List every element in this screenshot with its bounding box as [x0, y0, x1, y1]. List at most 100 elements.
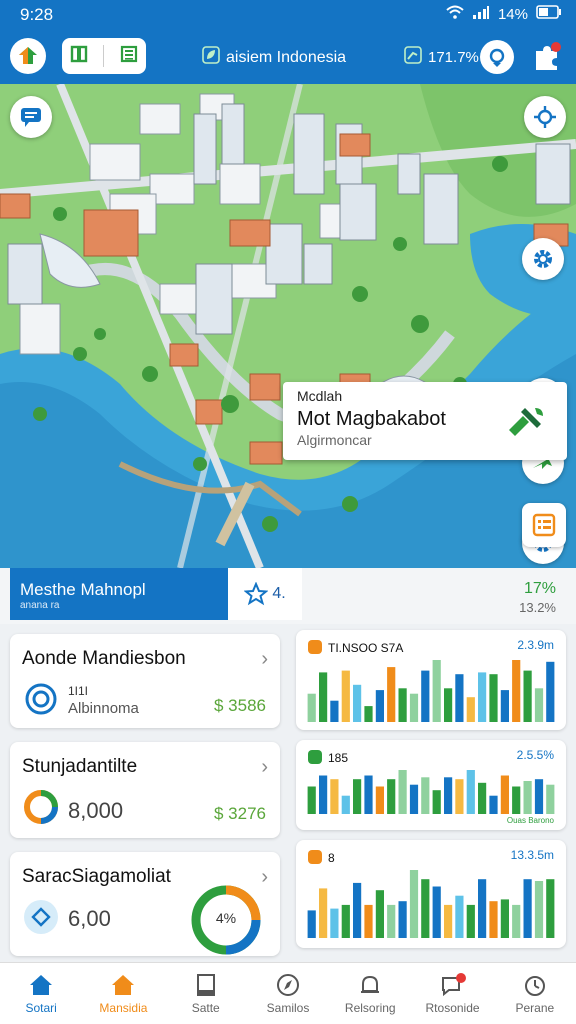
info-card-1[interactable]: Aonde Mandiesbon › 1I1I Albinnoma $ 3586 [10, 634, 280, 728]
bell-icon [361, 975, 380, 993]
chart-bar [432, 886, 441, 938]
nav-label: Relsoring [344, 1000, 396, 1015]
rating-chip[interactable]: 4. [228, 568, 302, 620]
notifications-button[interactable] [530, 40, 564, 74]
chart-bar [353, 779, 362, 814]
chart-bar [512, 904, 521, 938]
info-card-2[interactable]: Stunjadantilte › 8,000 $ 3276 [10, 742, 280, 838]
popup-title: Mot Magbakabot [297, 408, 446, 430]
chart-bar [364, 775, 373, 814]
location-pin-icon [22, 898, 60, 941]
leaf-icon [202, 46, 220, 69]
target-icon [24, 682, 58, 721]
chart-bar [489, 674, 498, 722]
task-list-button[interactable] [522, 503, 566, 547]
chart-bar [444, 904, 453, 938]
map-illustration [0, 84, 576, 568]
layout-icon[interactable] [70, 45, 88, 68]
chart-bar [330, 779, 339, 814]
popup-category: Mcdlah [297, 388, 343, 404]
nav-item-samilos[interactable]: Samilos [247, 963, 329, 1024]
chart-bar [500, 690, 509, 722]
summary-percent: 17% [523, 580, 556, 597]
chat-map-button[interactable] [10, 96, 52, 138]
chart-bar [444, 688, 453, 722]
nav-item-rtosonide[interactable]: Rtosonide [411, 963, 493, 1024]
card-value: 8,000 [68, 798, 124, 823]
location-popup[interactable]: Mcdlah Mot Magbakabot Algirmoncar [283, 382, 567, 460]
clock: 9:28 [20, 5, 54, 24]
card-amount: $ 3276 [214, 804, 266, 823]
donut-label: 4% [215, 910, 237, 926]
chart-bar [455, 674, 464, 722]
nav-label: Perane [515, 1000, 555, 1015]
city-map[interactable]: Mcdlah Mot Magbakabot Algirmoncar [0, 84, 576, 568]
nav-item-relsoring[interactable]: Relsoring [329, 963, 411, 1024]
chart-bar [478, 672, 487, 722]
chat-icon [441, 972, 466, 996]
chart-bar [409, 693, 419, 722]
chart-bar [489, 901, 498, 938]
chart-bar [534, 779, 544, 814]
chart-bar [421, 777, 430, 814]
signal-icon [472, 5, 490, 23]
chart-card-3[interactable]: 8 13.3.5m [296, 840, 566, 948]
nav-item-mansidia[interactable]: Mansidia [82, 963, 164, 1024]
nav-item-satte[interactable]: Satte [165, 963, 247, 1024]
top-app-bar: aisiem Indonesia 171.7% [0, 30, 576, 84]
chart-card-2[interactable]: 185 2.5.5% Ouas Barono [296, 740, 566, 830]
tools-icon[interactable] [505, 400, 547, 447]
chart-bar [375, 890, 384, 938]
chart-bar [409, 870, 419, 938]
chart-bar [398, 688, 407, 722]
chart-bar [409, 784, 419, 814]
battery-text: 14% [497, 5, 528, 23]
summary-sub-percent: 13.2% [519, 600, 556, 615]
summary-selected[interactable]: Mesthe Mahnopl anana ra [10, 568, 228, 620]
chart-bar [341, 795, 350, 814]
nav-item-sotari[interactable]: Sotari [0, 963, 82, 1024]
book-icon [196, 973, 215, 996]
chart-bar [512, 660, 521, 722]
chart-card-value: 2.3.9m [517, 638, 554, 652]
chart-card-header: TI.NSOO S7A [328, 641, 404, 655]
timer-icon [524, 975, 545, 996]
list-icon[interactable] [120, 45, 138, 68]
nav-label: Rtosonide [425, 1000, 480, 1015]
chart-bar [534, 688, 544, 722]
app-logo[interactable] [10, 38, 46, 74]
info-card-3[interactable]: SaracSiagamoliat › 6,00 4% [10, 852, 280, 956]
nav-label: Mansidia [99, 1000, 148, 1015]
nav-item-perane[interactable]: Perane [494, 963, 576, 1024]
home-icon [30, 974, 53, 995]
chart-bar [307, 910, 316, 938]
rating-value: 4. [272, 585, 286, 602]
chart-bar [523, 781, 532, 814]
chart-bar [444, 777, 453, 814]
chevron-right-icon[interactable]: › [261, 756, 268, 779]
chevron-right-icon[interactable]: › [261, 648, 268, 671]
progress-donut: 4% [188, 882, 264, 963]
chart-bar [432, 660, 441, 722]
chart-card-1[interactable]: TI.NSOO S7A 2.3.9m [296, 630, 566, 730]
card-sub-1: 1I1I [68, 684, 89, 698]
chart-bar [307, 693, 316, 722]
locate-button[interactable] [524, 96, 566, 138]
view-toggle[interactable] [62, 38, 146, 74]
chart-bar [478, 782, 487, 814]
chart-bar [353, 882, 362, 938]
clipboard-icon [532, 513, 556, 537]
bar-chart-1 [307, 660, 555, 722]
header-title-group: aisiem Indonesia [202, 46, 346, 69]
chart-bar [387, 779, 396, 814]
chart-bar [466, 770, 475, 814]
chart-bar [466, 697, 475, 722]
settings-map-button[interactable] [522, 238, 564, 280]
chart-bar [341, 670, 350, 722]
bottom-navigation: Sotari Mansidia Satte Samilos Relsoring … [0, 962, 576, 1024]
chart-bar [500, 899, 509, 938]
chart-bar [500, 775, 509, 814]
popup-subtitle: Algirmoncar [297, 432, 372, 448]
search-button[interactable] [480, 40, 514, 74]
header-stat-value: 171.7% [428, 48, 479, 66]
